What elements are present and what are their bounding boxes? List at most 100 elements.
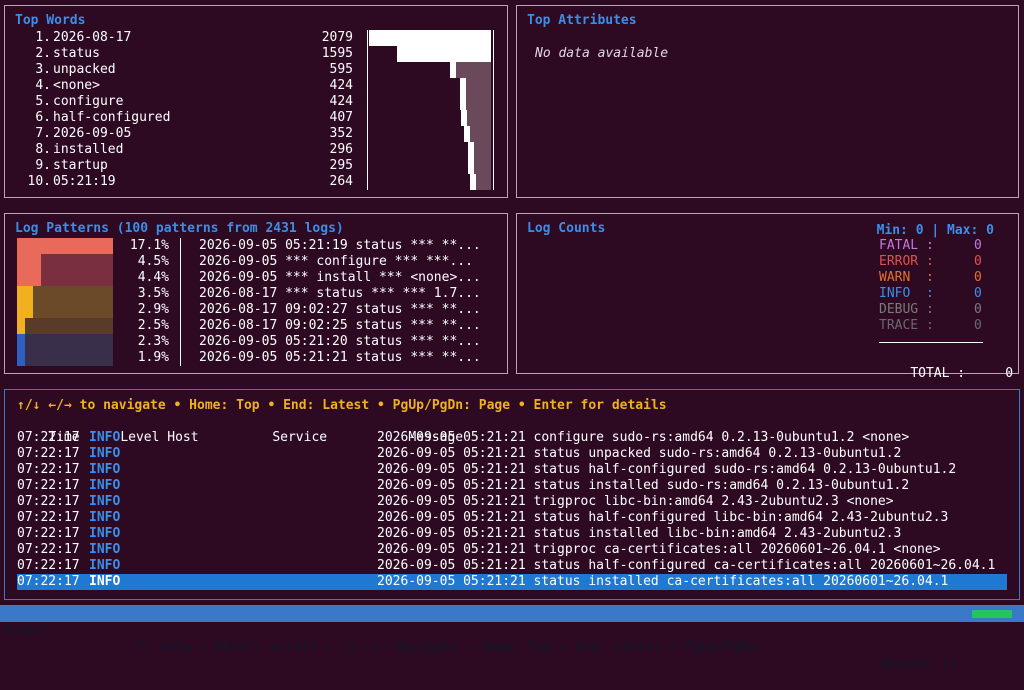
- level-label: INFO :: [879, 286, 934, 301]
- level-count: 0: [973, 286, 982, 301]
- log-time: 07:22:17: [17, 478, 80, 493]
- top-word-text: unpacked: [53, 62, 116, 77]
- log-level: INFO: [89, 510, 121, 525]
- pattern-percent: 2.9%: [137, 302, 169, 317]
- pattern-row[interactable]: 4.4% 2026-09-05 *** install *** <none>...: [113, 270, 481, 286]
- logs-header: Time Level Host Service Message: [17, 414, 463, 445]
- log-row[interactable]: 07:22:17 INFO 2026-09-05 05:21:21 status i…: [17, 526, 1007, 542]
- top-word-rank: 5.: [35, 94, 51, 109]
- pattern-text: 2026-08-17 *** status *** *** 1.7...: [199, 286, 481, 301]
- level-count-row: DEBUG : 0: [879, 302, 982, 318]
- pattern-text: 2026-09-05 05:21:19 status *** **...: [199, 238, 481, 253]
- top-word-bar: [474, 142, 491, 158]
- treemap-block: [17, 286, 33, 318]
- pattern-row[interactable]: 2.5% 2026-08-17 09:02:25 status *** **...: [113, 318, 481, 334]
- log-message: 2026-09-05 05:21:21 status half-configur…: [377, 558, 996, 573]
- top-words-panel: Top Words 1. 2026-08-17 2079 2. status 1595 3.…: [4, 5, 508, 198]
- pattern-row[interactable]: 2.3% 2026-09-05 05:21:20 status *** **...: [113, 334, 481, 350]
- log-time: 07:22:17: [17, 526, 80, 541]
- log-level: INFO: [89, 558, 121, 573]
- status-bar: [Logs] ?: Help • Wheel: scroll • ↑↓ ←/→ …: [0, 605, 1024, 672]
- log-row[interactable]: 07:22:17 INFO 2026-09-05 05:21:21 status u…: [17, 446, 1007, 462]
- log-level: INFO: [89, 446, 121, 461]
- log-time: 07:22:17: [17, 510, 80, 525]
- min-max-label: Min: 0 | Max: 0: [877, 223, 994, 239]
- mode-indicator: [Logs]: [1, 623, 48, 638]
- log-row[interactable]: 07:22:17 INFO 2026-09-05 05:21:21 trigproc…: [17, 542, 1007, 558]
- top-word-bar: [476, 174, 491, 190]
- log-message: 2026-09-05 05:21:21 status installed lib…: [377, 526, 902, 541]
- top-word-row: 8. installed 296: [19, 142, 353, 158]
- pattern-row[interactable]: 17.1% 2026-09-05 05:21:19 status *** **..…: [113, 238, 481, 254]
- top-word-row: 10. 05:21:19 264: [19, 174, 353, 190]
- pattern-row[interactable]: 4.5% 2026-09-05 *** configure *** ***...: [113, 254, 473, 270]
- log-counts-title: Log Counts: [527, 221, 606, 236]
- log-time: 07:22:17: [17, 430, 80, 445]
- top-word-bar: [474, 158, 491, 174]
- log-level: INFO: [89, 462, 121, 477]
- pattern-text: 2026-09-05 05:21:21 status *** **...: [199, 350, 481, 365]
- log-time: 07:22:17: [17, 558, 80, 573]
- pattern-percent: 2.3%: [137, 334, 169, 349]
- pattern-percent: 3.5%: [137, 286, 169, 301]
- log-row[interactable]: 07:22:17 INFO 2026-09-05 05:21:21 status h…: [17, 462, 1007, 478]
- log-row[interactable]: 07:22:17 INFO 2026-09-05 05:21:21 status i…: [17, 478, 1007, 494]
- log-message: 2026-09-05 05:21:21 trigproc ca-certific…: [377, 542, 941, 557]
- top-word-bar-edge: [461, 110, 467, 126]
- treemap-block: [41, 254, 113, 286]
- top-word-bar: [456, 62, 491, 78]
- top-word-bar-edge: [464, 126, 470, 142]
- log-time: 07:22:17: [17, 494, 80, 509]
- log-row[interactable]: 07:22:17 INFO 2026-09-05 05:21:21 status i…: [17, 574, 1007, 590]
- top-word-row: 7. 2026-09-05 352: [19, 126, 353, 142]
- log-row[interactable]: 07:22:17 INFO 2026-09-05 05:21:21 trigproc…: [17, 494, 1007, 510]
- treemap-block: [25, 318, 113, 334]
- top-word-bar: [397, 46, 491, 62]
- treemap-block: [17, 254, 41, 286]
- log-time: 07:22:17: [17, 446, 80, 461]
- top-word-text: 2026-08-17: [53, 30, 132, 45]
- top-word-text: 2026-09-05: [53, 126, 132, 141]
- top-word-row: 9. startup 295: [19, 158, 353, 174]
- top-word-count: 295: [329, 158, 353, 173]
- top-word-text: startup: [53, 158, 108, 173]
- top-word-rank: 2.: [35, 46, 51, 61]
- top-word-rank: 1.: [35, 30, 51, 45]
- log-level: INFO: [89, 574, 121, 589]
- treemap-block: [17, 318, 25, 334]
- pattern-row[interactable]: 1.9% 2026-09-05 05:21:21 status *** **...: [113, 350, 481, 366]
- top-word-bar-edge: [468, 158, 474, 174]
- top-word-count: 424: [329, 78, 353, 93]
- top-word-count: 264: [329, 174, 353, 189]
- top-word-row: 5. configure 424: [19, 94, 353, 110]
- log-row[interactable]: 07:22:17 INFO 2026-09-05 05:21:21 status h…: [17, 510, 1007, 526]
- update-interval: Update: 1s: [880, 657, 959, 672]
- level-count-row: INFO : 0: [879, 286, 982, 302]
- pattern-text: 2026-09-05 *** configure *** ***...: [199, 254, 473, 269]
- top-word-rank: 10.: [27, 174, 51, 189]
- log-level: INFO: [89, 430, 121, 445]
- max-label: Max: 0: [947, 223, 994, 238]
- total-label: TOTAL :: [910, 366, 966, 381]
- top-word-bar: [369, 30, 491, 46]
- level-label: FATAL :: [879, 238, 934, 253]
- level-count-row: FATAL : 0: [879, 238, 982, 254]
- log-level: INFO: [89, 542, 121, 557]
- log-message: 2026-09-05 05:21:21 status unpacked sudo…: [377, 446, 902, 461]
- log-time: 07:22:17: [17, 574, 80, 589]
- pattern-row[interactable]: 3.5% 2026-08-17 *** status *** *** 1.7...: [113, 286, 481, 302]
- log-row[interactable]: 07:22:17 INFO 2026-09-05 05:21:21 status h…: [17, 558, 1007, 574]
- top-word-bar-edge: [468, 142, 474, 158]
- pattern-row[interactable]: 2.9% 2026-08-17 09:02:27 status *** **...: [113, 302, 481, 318]
- pattern-text: 2026-08-17 09:02:25 status *** **...: [199, 318, 481, 333]
- level-count-row: WARN : 0: [879, 270, 982, 286]
- level-label: WARN :: [879, 270, 934, 285]
- top-word-text: half-configured: [53, 110, 171, 125]
- min-label: Min: 0: [876, 223, 924, 238]
- level-label: TRACE :: [879, 318, 934, 333]
- top-word-text: 05:21:19: [53, 174, 116, 189]
- log-row[interactable]: 07:22:17 INFO 2026-09-05 05:21:21 configur…: [17, 430, 1007, 446]
- top-word-row: 6. half-configured 407: [19, 110, 353, 126]
- no-data-text: No data available: [535, 46, 669, 61]
- top-word-row: 3. unpacked 595: [19, 62, 353, 78]
